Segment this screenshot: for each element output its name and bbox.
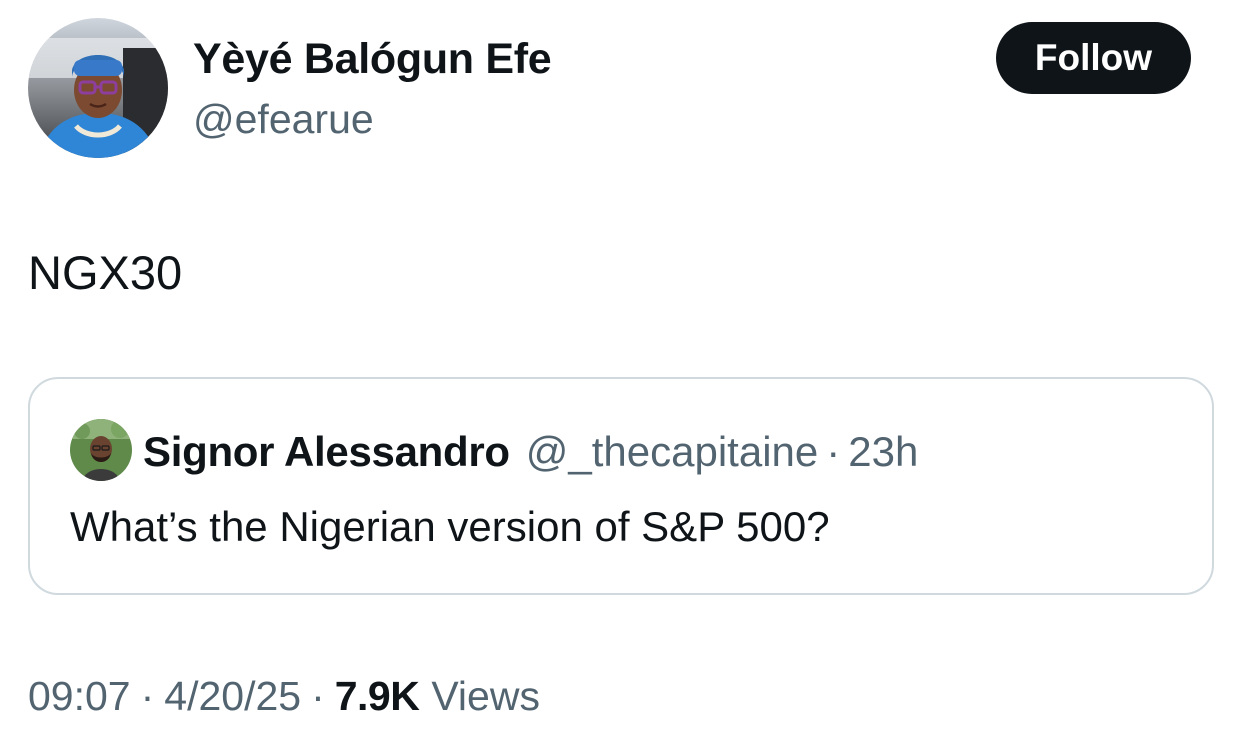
quoted-author-display-name[interactable]: Signor Alessandro — [143, 424, 510, 480]
quoted-author-handle[interactable]: @_thecapitaine — [526, 424, 819, 480]
meta-separator-dot: · — [140, 673, 155, 719]
tweet-date[interactable]: 4/20/25 — [164, 668, 301, 724]
author-avatar-image — [28, 18, 168, 158]
quoted-tweet-text: What’s the Nigerian version of S&P 500? — [70, 503, 830, 550]
quoted-tweet-timestamp[interactable]: 23h — [848, 424, 918, 480]
author-avatar[interactable] — [28, 18, 168, 158]
quoted-tweet-header: Signor Alessandro @_thecapitaine · 23h — [143, 424, 918, 480]
follow-button[interactable]: Follow — [996, 22, 1191, 94]
author-display-name[interactable]: Yèyé Balógun Efe — [193, 33, 552, 85]
views-count[interactable]: 7.9K — [335, 668, 420, 724]
views-label[interactable]: Views — [431, 668, 540, 724]
tweet-meta: 09:07 · 4/20/25 · 7.9K Views — [28, 668, 540, 724]
tweet-text: NGX30 — [28, 246, 183, 299]
quoted-tweet-card[interactable]: Signor Alessandro @_thecapitaine · 23h W… — [28, 377, 1214, 595]
meta-separator-dot: · — [311, 673, 325, 719]
author-handle[interactable]: @efearue — [193, 93, 374, 145]
quoted-author-avatar-image — [70, 419, 132, 481]
tweet-time[interactable]: 09:07 — [28, 668, 131, 724]
quoted-author-avatar[interactable] — [70, 419, 132, 481]
quoted-separator-dot: · — [826, 428, 841, 475]
